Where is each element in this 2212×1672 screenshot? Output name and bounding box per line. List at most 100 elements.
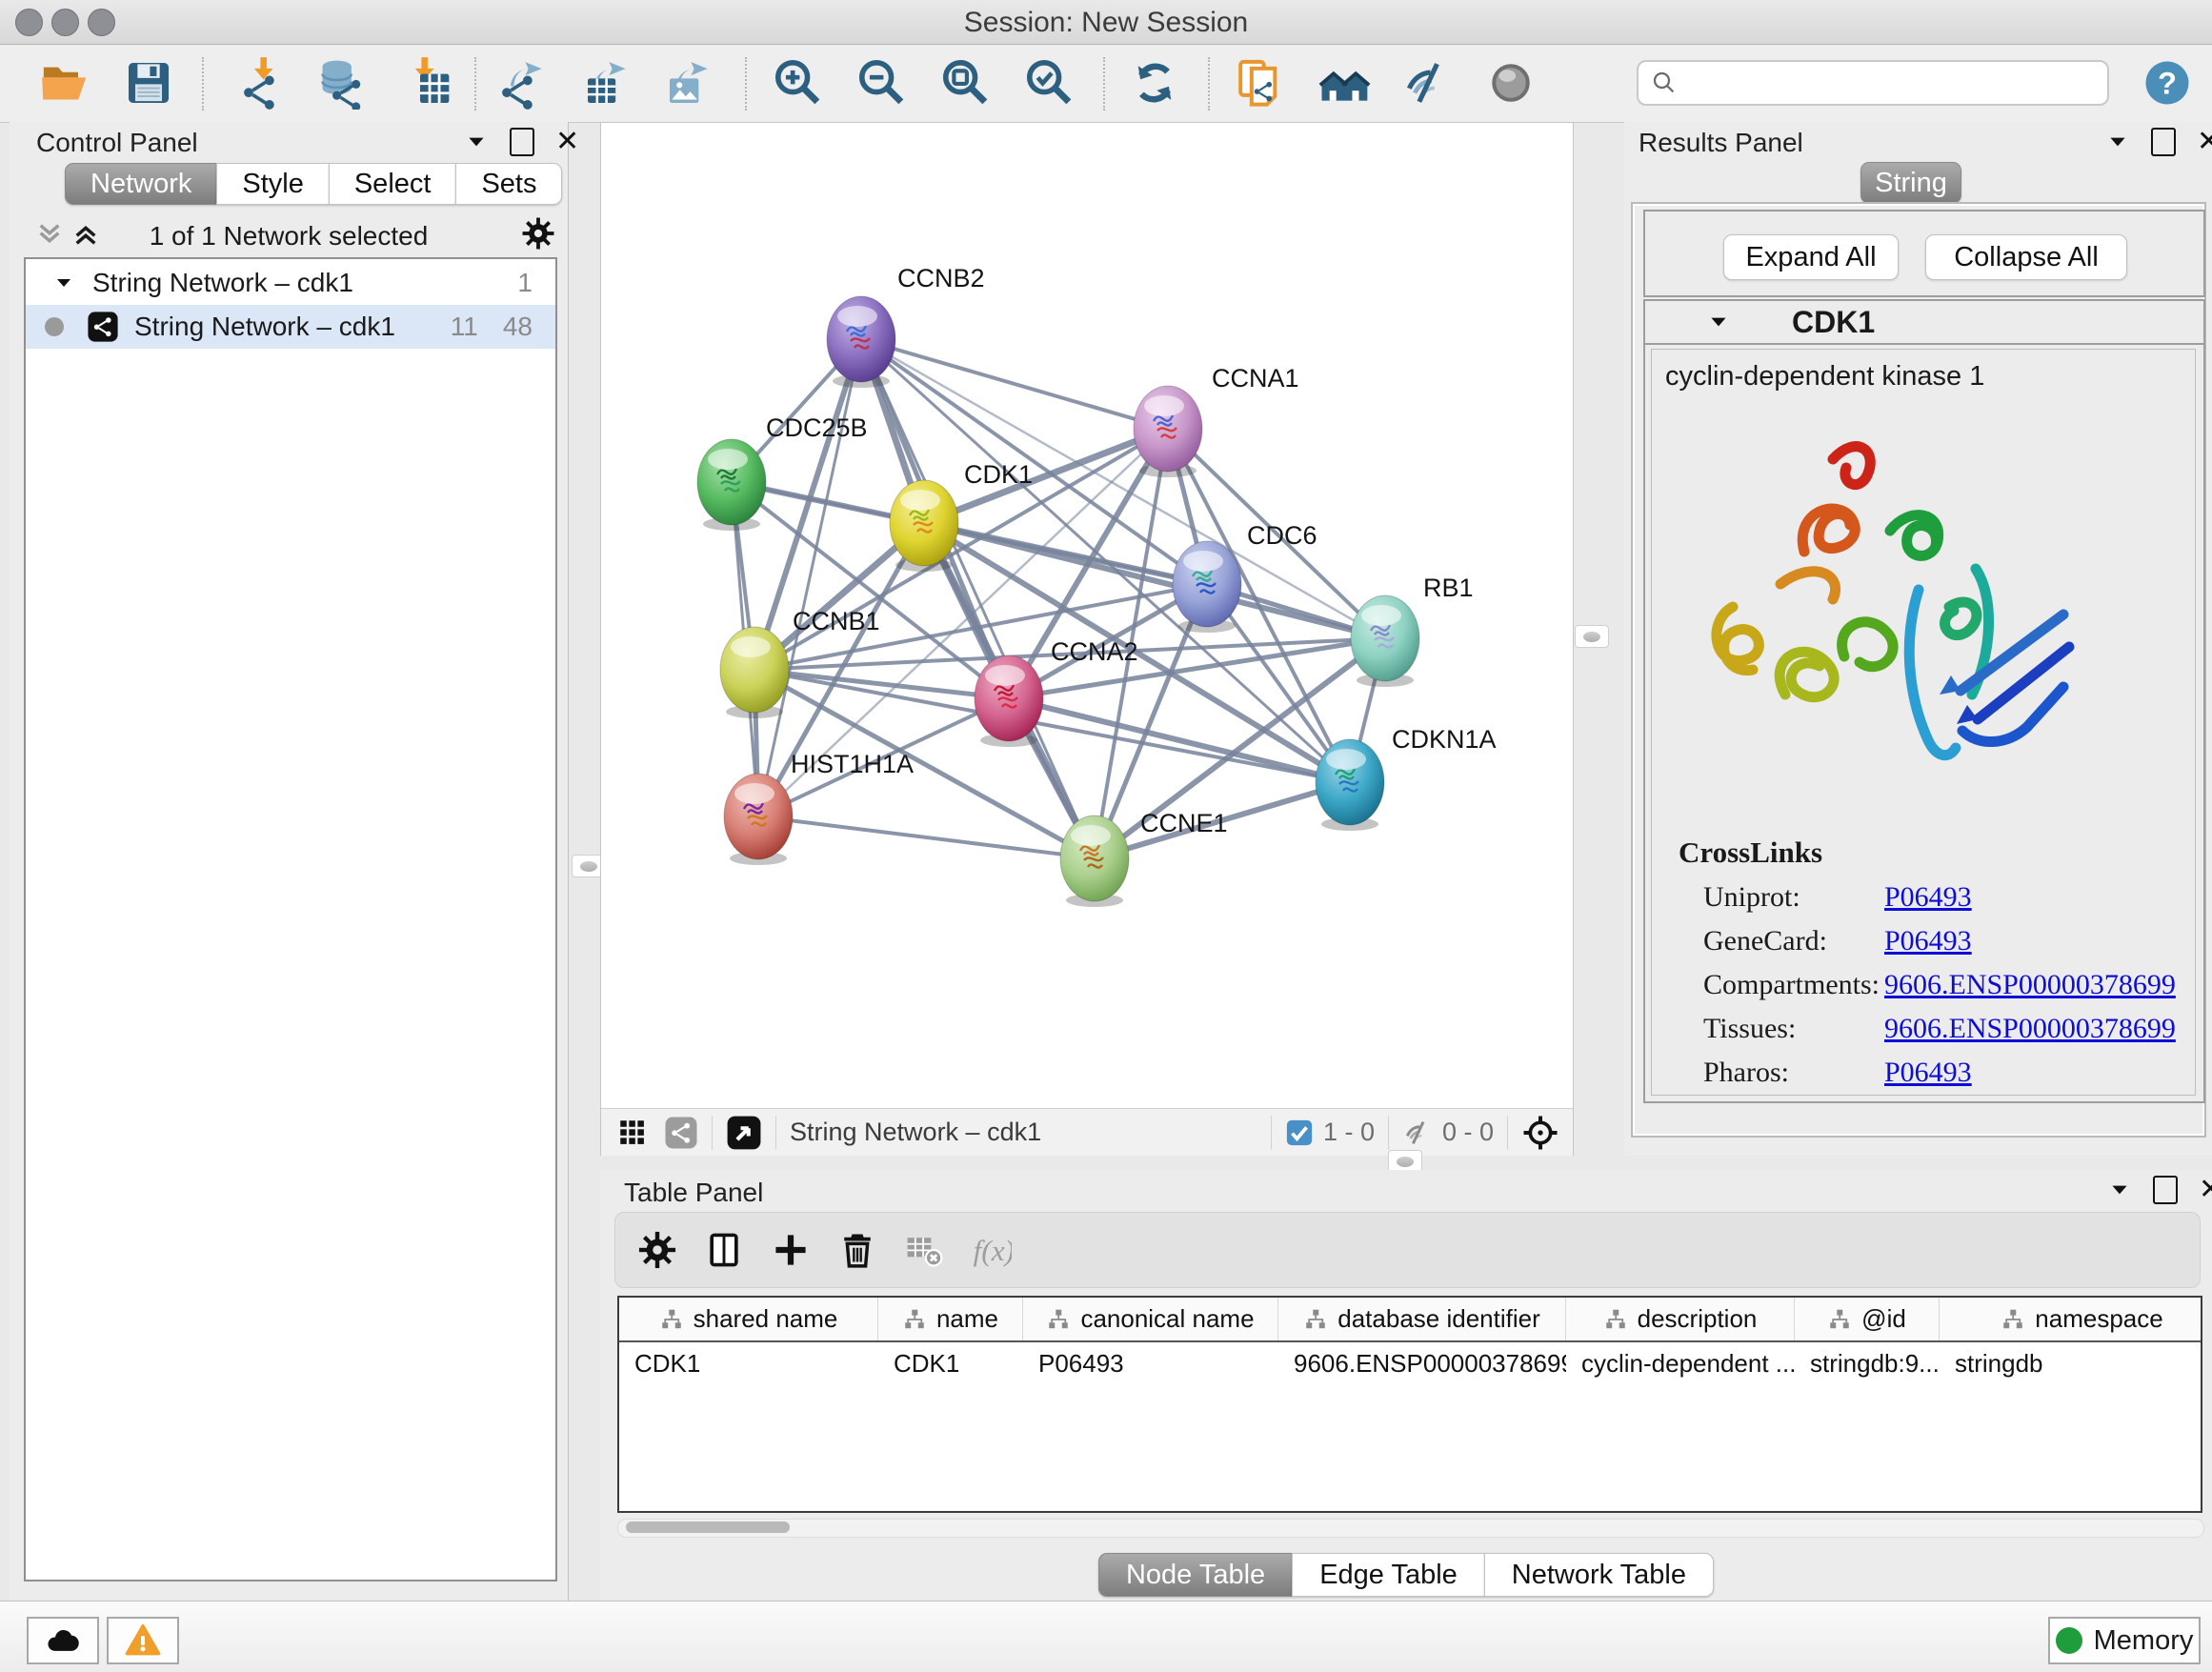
crosslink-value-link[interactable]: P06493 (1884, 1057, 1972, 1089)
network-graph[interactable]: CCNB2CCNA1CDC25BCDK1CDC6RB1CCNB1CCNA2CDK… (601, 123, 1573, 1108)
column-type-icon (1603, 1307, 1628, 1332)
table-row[interactable]: CDK1CDK1P064939606.ENSP00000378699cyclin… (619, 1342, 2201, 1384)
zoom-out-button[interactable] (855, 56, 911, 111)
gene-entry-header[interactable]: CDK1 (1645, 301, 2203, 345)
network-canvas[interactable]: CCNB2CCNA1CDC25BCDK1CDC6RB1CCNB1CCNA2CDK… (601, 123, 1573, 1108)
column-header-canonical-name[interactable]: canonical name (1023, 1298, 1278, 1340)
network-node-CCNB2[interactable] (827, 296, 895, 388)
column-header-name[interactable]: name (878, 1298, 1023, 1340)
glass-ball-button[interactable] (1484, 56, 1539, 111)
checkbox-icon-icon (1285, 1118, 1314, 1147)
network-node-CCNA1[interactable] (1134, 386, 1202, 477)
table-panel: Table Panel ✕ f(x) shared namenamecanoni… (600, 1170, 2212, 1601)
import-table-file-button[interactable] (400, 56, 455, 111)
toolbar-separator (1103, 57, 1105, 111)
memory-button[interactable]: Memory (2048, 1617, 2201, 1664)
crosslink-value-link[interactable]: 9606.ENSP00000378699 (1884, 1013, 2176, 1045)
crosslink-value-link[interactable]: P06493 (1884, 881, 1972, 914)
float-panel-button[interactable] (510, 128, 534, 156)
zoom-fit-button[interactable] (939, 56, 995, 111)
entry-collapse-caret-icon[interactable] (1706, 310, 1731, 334)
warnings-button[interactable] (107, 1617, 179, 1664)
options-gear-icon[interactable] (520, 215, 556, 252)
gear-button[interactable] (636, 1229, 678, 1271)
selected-checkbox-icon[interactable] (1285, 1118, 1314, 1147)
cloud-status-button[interactable] (27, 1617, 99, 1664)
zoom-in-button[interactable] (772, 56, 827, 111)
export-table-button[interactable] (581, 56, 636, 111)
close-panel-button[interactable]: ✕ (2197, 130, 2212, 154)
cloud-icon (44, 1622, 82, 1660)
crosslink-label: Uniprot: (1703, 881, 1884, 914)
import-network-file-icon (232, 56, 286, 110)
scrollbar-thumb[interactable] (626, 1521, 790, 1533)
add-button[interactable] (770, 1229, 812, 1271)
float-panel-button[interactable] (2151, 128, 2176, 156)
help-button[interactable]: ? (2142, 57, 2197, 112)
first-neighbors-button[interactable] (1318, 56, 1374, 111)
column-header-shared-name[interactable]: shared name (619, 1298, 878, 1340)
search-input[interactable] (1679, 68, 2082, 99)
tree-expand-caret-icon[interactable] (52, 272, 75, 294)
tab-select[interactable]: Select (329, 163, 456, 205)
export-network-button[interactable] (497, 56, 553, 111)
network-collection-row[interactable]: String Network – cdk1 1 (26, 261, 555, 305)
tab-edge-table[interactable]: Edge Table (1292, 1553, 1484, 1597)
close-panel-button[interactable]: ✕ (555, 130, 579, 154)
refresh-button[interactable] (1128, 56, 1183, 111)
tab-style[interactable]: Style (216, 163, 328, 205)
network-node-CCNE1[interactable] (1060, 816, 1129, 907)
grid-view-icon[interactable] (616, 1117, 649, 1149)
open-session-button[interactable] (38, 56, 93, 111)
float-panel-caret-icon[interactable] (2105, 130, 2130, 154)
network-node-HIST1H1A[interactable] (724, 774, 793, 865)
network-node-CCNB1[interactable] (720, 627, 789, 718)
crosslink-value-link[interactable]: P06493 (1884, 925, 1972, 957)
node-table[interactable]: shared namenamecanonical namedatabase id… (617, 1296, 2202, 1513)
hide-selected-button[interactable] (1400, 56, 1456, 111)
crosslink-label: Pharos: (1703, 1057, 1884, 1089)
import-network-file-button[interactable] (232, 56, 288, 111)
string-document-button[interactable] (1233, 56, 1288, 111)
column-header-namespace[interactable]: namespace (1940, 1298, 2202, 1340)
table-panel-title: Table Panel (624, 1178, 763, 1208)
column-header--id[interactable]: @id (1795, 1298, 1940, 1340)
close-panel-button[interactable]: ✕ (2199, 1178, 2212, 1202)
table-horizontal-scrollbar[interactable] (617, 1519, 2204, 1538)
right-splitter-handle[interactable] (1575, 625, 1609, 648)
tab-network[interactable]: Network (65, 163, 216, 205)
share-chip-icon[interactable] (664, 1116, 698, 1150)
grid-x-button (903, 1229, 945, 1271)
network-node-CDKN1A[interactable] (1316, 739, 1384, 831)
svg-text:?: ? (2158, 65, 2177, 100)
tab-network-table[interactable]: Network Table (1484, 1553, 1714, 1597)
columns-button[interactable] (703, 1229, 745, 1271)
zoom-selected-button[interactable] (1023, 56, 1078, 111)
network-node-RB1[interactable] (1351, 595, 1419, 687)
expand-all-button[interactable]: Expand All (1723, 234, 1899, 280)
column-header-description[interactable]: description (1566, 1298, 1795, 1340)
crosshair-icon[interactable] (1521, 1114, 1559, 1152)
trash-button[interactable] (836, 1229, 878, 1271)
float-panel-caret-icon[interactable] (464, 130, 489, 154)
float-panel-button[interactable] (2153, 1176, 2178, 1204)
results-panel: Results Panel ✕ String Expand All Collap… (1624, 122, 2212, 1156)
column-header-database-identifier[interactable]: database identifier (1278, 1298, 1566, 1340)
toolbar-separator (474, 57, 476, 111)
node-label-HIST1H1A: HIST1H1A (791, 750, 914, 778)
network-node-CDC25B[interactable] (697, 439, 766, 531)
crosslink-value-link[interactable]: 9606.ENSP00000378699 (1884, 969, 2176, 1001)
search-box[interactable] (1637, 60, 2109, 106)
control-panel: Control Panel ✕ NetworkStyleSelectSets 1… (10, 122, 569, 1601)
import-network-database-button[interactable] (312, 56, 368, 111)
save-session-button[interactable] (122, 56, 177, 111)
network-row-selected[interactable]: String Network – cdk1 11 48 (26, 305, 555, 349)
tab-string[interactable]: String (1860, 162, 1961, 204)
tab-node-table[interactable]: Node Table (1098, 1553, 1292, 1597)
collapse-all-button[interactable]: Collapse All (1925, 234, 2127, 280)
tab-sets[interactable]: Sets (455, 163, 562, 205)
columns-icon (703, 1229, 745, 1271)
birdseye-view-icon[interactable] (726, 1115, 762, 1151)
float-panel-caret-icon[interactable] (2107, 1178, 2132, 1202)
export-image-button[interactable] (663, 56, 718, 111)
